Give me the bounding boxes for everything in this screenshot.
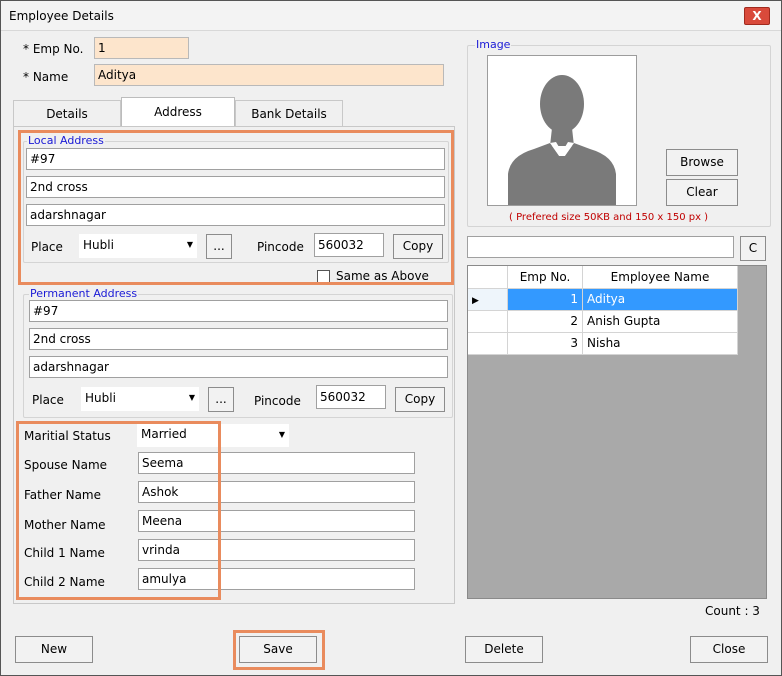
clear-search-button[interactable]: C [740, 236, 766, 261]
clear-image-button[interactable]: Clear [666, 179, 738, 206]
permanent-place-value: Hubli [85, 391, 116, 405]
row-indicator-3[interactable] [468, 333, 508, 355]
image-legend: Image [475, 38, 512, 51]
grid-cell-employee-name[interactable]: Anish Gupta [583, 311, 738, 333]
permanent-pincode-field[interactable]: 560032 [316, 385, 386, 409]
permanent-pincode-label: Pincode [254, 394, 301, 408]
permanent-address-line3[interactable]: adarshnagar [29, 356, 448, 378]
grid-cell-emp-no[interactable]: 2 [508, 311, 583, 333]
row-pointer-icon: ▶ [472, 296, 479, 306]
name-field[interactable]: Aditya [94, 64, 444, 86]
grid-header-emp-no[interactable]: Emp No. [508, 266, 583, 289]
chevron-down-icon: ▼ [188, 393, 195, 402]
window-title: Employee Details [9, 9, 114, 23]
grid-cell-emp-no[interactable]: 1 [508, 289, 583, 311]
family-section-highlight [16, 421, 221, 600]
employee-photo[interactable] [487, 55, 637, 206]
grid-cell-employee-name[interactable]: Nisha [583, 333, 738, 355]
window-close-button[interactable]: X [744, 7, 770, 25]
grid-cell-employee-name[interactable]: Aditya [583, 289, 738, 311]
new-button[interactable]: New [15, 636, 93, 663]
permanent-address-line1[interactable]: #97 [29, 300, 448, 322]
employee-details-window: Employee Details X * Emp No. 1 * Name Ad… [0, 0, 782, 676]
permanent-place-label: Place [32, 393, 64, 407]
tab-address[interactable]: Address [121, 97, 235, 127]
delete-button[interactable]: Delete [465, 636, 543, 663]
title-bar: Employee Details X [1, 1, 781, 31]
grid-header-employee-name[interactable]: Employee Name [583, 266, 738, 289]
local-address-highlight [18, 130, 454, 285]
tab-bank-details[interactable]: Bank Details [235, 100, 343, 127]
permanent-address-line2[interactable]: 2nd cross [29, 328, 448, 350]
close-button[interactable]: Close [690, 636, 768, 663]
save-button-highlight [233, 630, 325, 670]
emp-no-label: * Emp No. [23, 42, 84, 56]
browse-button[interactable]: Browse [666, 149, 738, 176]
chevron-down-icon: ▼ [278, 430, 285, 439]
search-input[interactable] [467, 236, 734, 258]
name-label: * Name [23, 70, 69, 84]
permanent-place-select[interactable]: Hubli ▼ [81, 387, 199, 411]
grid-cell-emp-no[interactable]: 3 [508, 333, 583, 355]
image-size-note: ( Prefered size 50KB and 150 x 150 px ) [509, 212, 709, 223]
grid-corner-header [468, 266, 508, 289]
record-count: Count : 3 [705, 604, 760, 618]
permanent-address-legend: Permanent Address [29, 287, 139, 300]
tab-details[interactable]: Details [13, 100, 121, 127]
row-indicator-1[interactable]: ▶ [468, 289, 508, 311]
emp-no-field[interactable]: 1 [94, 37, 189, 59]
permanent-place-lookup-button[interactable]: ... [208, 387, 234, 412]
row-indicator-2[interactable] [468, 311, 508, 333]
person-silhouette-icon [507, 56, 617, 205]
permanent-copy-button[interactable]: Copy [395, 387, 445, 412]
